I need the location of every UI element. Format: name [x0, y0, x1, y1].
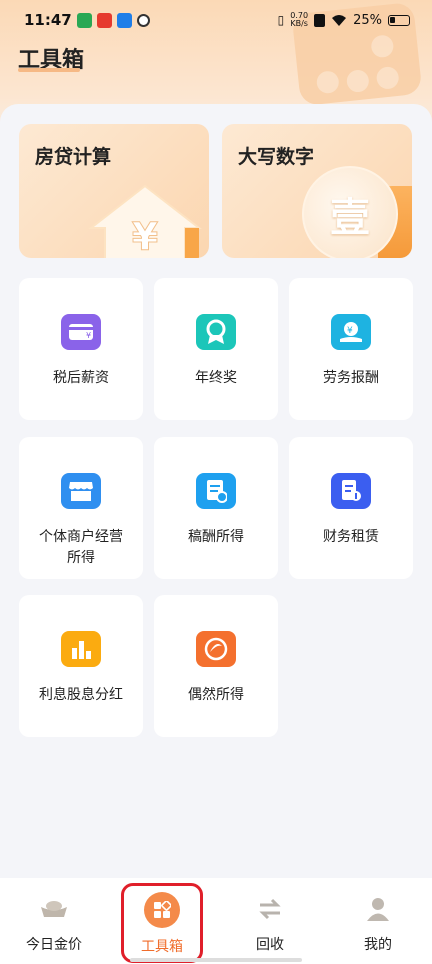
tool-card-business-income[interactable]: 个体商户经营所得: [19, 437, 143, 579]
nav-item-recycle[interactable]: 回收: [230, 892, 310, 954]
house-icon: ¥: [88, 184, 202, 258]
nav-item-mine[interactable]: 我的: [338, 892, 418, 954]
wifi-icon: [332, 14, 347, 26]
tool-label: 稿酬所得: [188, 529, 244, 545]
bar-chart-icon: [61, 631, 101, 667]
award-ribbon-icon: [196, 314, 236, 350]
capital-digit-char: 壹: [330, 195, 370, 241]
sim-icon: [314, 13, 326, 27]
nav-label: 工具箱: [141, 939, 183, 955]
status-time: 11:47: [24, 11, 72, 29]
tool-card-labor-remuneration[interactable]: ¥ 劳务报酬: [289, 278, 413, 420]
toolbox-icon: [144, 892, 180, 928]
main-content: 房贷计算 ¥ 大写数字 壹 ¥ 税后薪资 年终奖 ¥ 劳务报酬 个体商户经营所得…: [0, 104, 432, 878]
svg-text:¥: ¥: [347, 326, 353, 336]
tool-card-year-end-bonus[interactable]: 年终奖: [154, 278, 278, 420]
nav-item-gold-price[interactable]: 今日金价: [14, 892, 94, 954]
tool-card-after-tax-salary[interactable]: ¥ 税后薪资: [19, 278, 143, 420]
app-notification-icon: [96, 12, 112, 28]
home-indicator[interactable]: [130, 958, 302, 962]
app-notification-icon: [76, 12, 92, 28]
gold-ingot-icon: [37, 892, 71, 926]
nav-label: 今日金价: [26, 937, 82, 953]
lucky-coin-icon: [196, 631, 236, 667]
swap-arrows-icon: [253, 892, 287, 926]
title-underline: [18, 68, 80, 72]
tool-label: 个体商户经营所得: [39, 529, 123, 566]
tool-card-interest-dividend[interactable]: 利息股息分红: [19, 595, 143, 737]
vibrate-icon: ▯: [277, 13, 285, 27]
network-speed: 0.70 KB/s: [290, 11, 309, 28]
bottom-nav: 今日金价 工具箱 回收 我的: [0, 878, 432, 964]
document-coin-icon: [196, 473, 236, 509]
tool-card-manuscript-fee[interactable]: 稿酬所得: [154, 437, 278, 579]
tool-label: 财务租赁: [323, 529, 379, 545]
nav-label: 回收: [256, 937, 284, 953]
shop-icon: [61, 473, 101, 509]
status-bar: 11:47 ▯ 0.70 KB/s 25%: [0, 0, 432, 40]
mortgage-calc-card[interactable]: 房贷计算 ¥: [19, 124, 209, 258]
wallet-card-icon: ¥: [61, 314, 101, 350]
app-notification-icon: [116, 12, 132, 28]
tool-card-financial-lease[interactable]: 财务租赁: [289, 437, 413, 579]
yuan-symbol: ¥: [132, 215, 158, 258]
svg-text:¥: ¥: [86, 331, 91, 340]
tool-label: 税后薪资: [53, 370, 109, 386]
tool-label: 年终奖: [195, 370, 237, 386]
lease-document-icon: [331, 473, 371, 509]
battery-level: 25%: [353, 12, 382, 28]
capital-number-label: 大写数字: [238, 146, 315, 168]
user-icon: [361, 892, 395, 926]
mortgage-calc-label: 房贷计算: [35, 146, 112, 168]
nav-item-toolbox[interactable]: 工具箱: [122, 892, 202, 956]
hand-coin-icon: ¥: [331, 314, 371, 350]
capital-digit-badge: 壹: [302, 166, 398, 258]
nav-label: 我的: [364, 937, 392, 953]
battery-icon: [388, 14, 410, 26]
tool-card-incidental-income[interactable]: 偶然所得: [154, 595, 278, 737]
capital-number-card[interactable]: 大写数字 壹: [222, 124, 412, 258]
app-notification-icon: [136, 13, 150, 27]
tool-label: 利息股息分红: [39, 687, 123, 703]
tool-label: 劳务报酬: [323, 370, 379, 386]
tool-label: 偶然所得: [188, 687, 244, 703]
